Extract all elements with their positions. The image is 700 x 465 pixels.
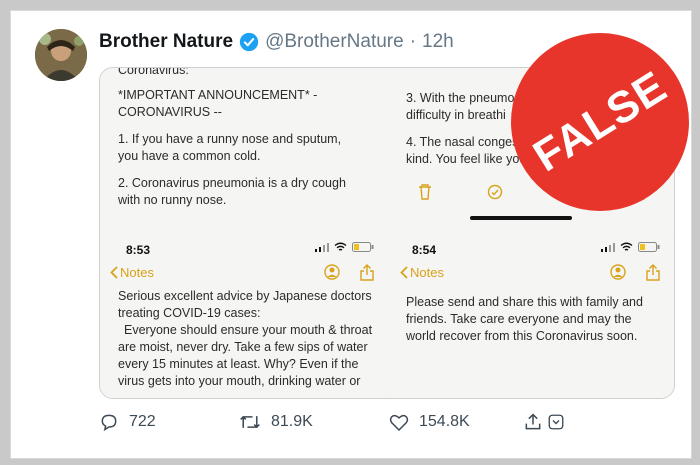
share-sheet-icon (360, 264, 374, 281)
verified-badge-icon (239, 32, 259, 52)
status-time: 8:53 (126, 243, 151, 257)
notes-line: 1. If you have a runny nose and sputum, … (118, 132, 342, 163)
notes-screenshot-top-left: Coronavirus: *IMPORTANT ANNOUNCEMENT* - … (100, 68, 388, 234)
notes-screenshot-bottom-right: 8:54 Notes Please send and share this wi… (390, 236, 674, 398)
stamp-label: FALSE (524, 61, 675, 182)
retweet-button[interactable]: 81.9K (239, 412, 389, 432)
notes-line: 2. Coronavirus pneumonia is a dry cough … (118, 176, 346, 207)
like-button[interactable]: 154.8K (389, 413, 523, 432)
notes-screenshot-bottom-left: 8:53 Notes Serious excellent advice by J… (100, 236, 388, 398)
notes-line: Everyone should ensure your mouth & thro… (118, 323, 373, 388)
notes-line: Coronavirus: (118, 67, 189, 77)
wifi-icon (620, 242, 633, 251)
notes-line: Serious excellent advice by Japanese doc… (118, 289, 372, 320)
reply-icon (101, 414, 117, 432)
add-person-icon (610, 264, 626, 280)
share-sheet-icon (646, 264, 660, 281)
false-rating-stamp: FALSE (511, 33, 689, 211)
chevron-down-icon[interactable] (547, 413, 565, 431)
notes-nav-bar: Notes (100, 264, 388, 288)
share-icon (525, 413, 541, 430)
signal-icon (601, 242, 615, 252)
heart-icon (389, 414, 409, 431)
timestamp[interactable]: 12h (422, 31, 454, 53)
back-to-notes-button[interactable]: Notes (400, 264, 444, 281)
notes-text: Coronavirus: *IMPORTANT ANNOUNCEMENT* - … (118, 67, 376, 219)
chevron-left-icon (110, 266, 118, 279)
display-name[interactable]: Brother Nature (99, 31, 233, 53)
trash-icon (418, 184, 431, 200)
add-person-icon (324, 264, 340, 280)
notes-text: Serious excellent advice by Japanese doc… (118, 288, 376, 390)
battery-icon (638, 242, 660, 252)
share-button[interactable] (523, 412, 579, 432)
home-indicator (470, 216, 572, 220)
notes-text: Please send and share this with family a… (406, 294, 662, 355)
tweet-card: Brother Nature @BrotherNature · 12h Coro… (10, 10, 692, 459)
separator: · (409, 31, 417, 52)
chevron-left-icon (400, 266, 408, 279)
status-time: 8:54 (412, 243, 437, 257)
status-icons (315, 242, 374, 252)
retweet-icon (240, 415, 260, 429)
battery-icon (352, 242, 374, 252)
status-icons (601, 242, 660, 252)
wifi-icon (334, 242, 347, 251)
nav-icons (324, 264, 374, 281)
avatar[interactable] (35, 29, 87, 81)
tweet-actions: 722 81.9K 154.8K (99, 407, 579, 437)
back-to-notes-button[interactable]: Notes (110, 264, 154, 281)
notes-line: Please send and share this with family a… (406, 295, 643, 343)
status-bar: 8:54 (390, 238, 674, 258)
reply-button[interactable]: 722 (99, 412, 239, 432)
back-label: Notes (410, 265, 444, 280)
handle[interactable]: @BrotherNature (265, 31, 404, 53)
checklist-icon (487, 184, 502, 200)
back-label: Notes (120, 265, 154, 280)
status-bar: 8:53 (100, 238, 388, 258)
retweet-count: 81.9K (271, 413, 313, 430)
notes-nav-bar: Notes (390, 264, 674, 288)
reply-count: 722 (129, 413, 156, 430)
notes-line: *IMPORTANT ANNOUNCEMENT* - CORONAVIRUS -… (118, 88, 318, 119)
like-count: 154.8K (419, 413, 470, 430)
signal-icon (315, 242, 329, 252)
nav-icons (610, 264, 660, 281)
tweet-header: Brother Nature @BrotherNature · 12h (99, 31, 454, 53)
avatar-photo (35, 29, 87, 81)
